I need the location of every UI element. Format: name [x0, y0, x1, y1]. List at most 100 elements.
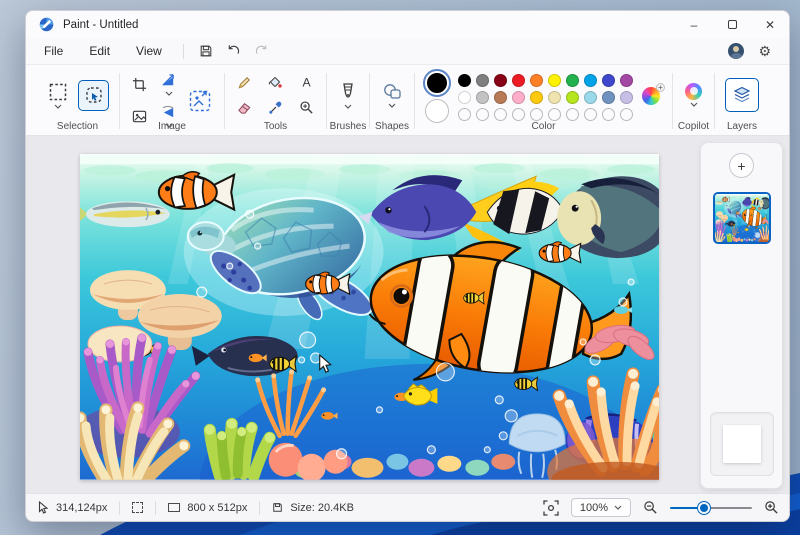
color-swatch[interactable]: [548, 91, 561, 104]
minimize-button[interactable]: –: [675, 11, 713, 38]
menu-file[interactable]: File: [32, 41, 75, 61]
close-button[interactable]: ✕: [751, 11, 789, 38]
custom-color-slot[interactable]: [566, 108, 579, 121]
color-swatch[interactable]: [458, 91, 471, 104]
flip-icon: [161, 105, 176, 120]
custom-color-slot[interactable]: [602, 108, 615, 121]
palette-row-custom: [458, 108, 633, 121]
custom-color-slot[interactable]: [584, 108, 597, 121]
background-layer-item[interactable]: [710, 412, 774, 476]
color-swatch[interactable]: [620, 91, 633, 104]
color-swatch[interactable]: [602, 91, 615, 104]
settings-gear-icon[interactable]: ⚙: [758, 44, 771, 58]
color-swatch[interactable]: [476, 91, 489, 104]
shapes-icon: [382, 83, 402, 101]
menu-edit[interactable]: Edit: [77, 41, 122, 61]
custom-color-slot[interactable]: [458, 108, 471, 121]
redo-icon: [254, 44, 269, 58]
title-bar: Paint - Untitled – ✕: [26, 11, 789, 38]
group-shapes: Shapes: [370, 67, 414, 135]
color-swatch[interactable]: [512, 74, 525, 87]
custom-color-slot[interactable]: [512, 108, 525, 121]
palette-row-2: [458, 91, 633, 104]
color-swatch[interactable]: [620, 74, 633, 87]
resize-button[interactable]: [159, 71, 178, 98]
color-swatch[interactable]: [458, 74, 471, 87]
zoom-slider-thumb[interactable]: [698, 502, 710, 514]
layers-panel: +: [700, 142, 783, 489]
magnifier-button[interactable]: [297, 98, 316, 117]
custom-color-slot[interactable]: [494, 108, 507, 121]
group-label: Tools: [225, 121, 326, 132]
image-options-button[interactable]: [186, 87, 214, 115]
shapes-button[interactable]: [380, 81, 404, 110]
group-copilot: Copilot: [673, 67, 714, 135]
group-tools: A Tools: [225, 67, 326, 135]
eraser-button[interactable]: [235, 98, 254, 117]
group-label: Copilot: [673, 121, 714, 132]
magnifier-icon: [299, 100, 314, 115]
fit-to-window-icon[interactable]: [543, 500, 559, 516]
custom-color-slot[interactable]: [548, 108, 561, 121]
free-select-button-active[interactable]: [78, 80, 109, 111]
cursor-position-text: 314,124px: [56, 502, 107, 514]
redo-button[interactable]: [249, 41, 275, 61]
group-label: Color: [415, 121, 672, 132]
color-swatch[interactable]: [494, 74, 507, 87]
rect-select-button[interactable]: [46, 80, 70, 111]
group-color: + Color: [415, 67, 672, 135]
zoom-in-icon[interactable]: [764, 500, 779, 515]
crop-button[interactable]: [130, 75, 149, 94]
color-swatch[interactable]: [494, 91, 507, 104]
add-color-icon: +: [656, 83, 665, 92]
eyedropper-button[interactable]: [266, 98, 285, 117]
crop-icon: [132, 77, 147, 92]
ribbon-toolbar: Selection: [26, 64, 789, 136]
color-swatch[interactable]: [530, 74, 543, 87]
fill-button[interactable]: [266, 73, 285, 92]
zoom-out-icon[interactable]: [643, 500, 658, 515]
pencil-button[interactable]: [235, 73, 254, 92]
account-avatar[interactable]: [728, 43, 744, 59]
color-swatch[interactable]: [548, 74, 561, 87]
color-swatch[interactable]: [566, 74, 579, 87]
undo-button[interactable]: [221, 41, 247, 61]
color-swatch[interactable]: [512, 91, 525, 104]
eraser-icon: [237, 100, 252, 115]
zoom-slider[interactable]: [670, 501, 752, 515]
file-size-icon: [272, 502, 283, 513]
copilot-icon: [685, 83, 702, 100]
custom-color-slot[interactable]: [476, 108, 489, 121]
drawing-canvas[interactable]: [80, 154, 659, 480]
copilot-button[interactable]: [683, 81, 704, 109]
layers-icon: [732, 85, 752, 105]
layers-button-active[interactable]: [725, 78, 759, 112]
custom-color-slot[interactable]: [620, 108, 633, 121]
color-swatch[interactable]: [530, 91, 543, 104]
menu-view[interactable]: View: [124, 41, 174, 61]
foreground-color-swatch[interactable]: [425, 71, 449, 95]
maximize-button[interactable]: [713, 11, 751, 38]
image-options-icon: [188, 89, 212, 113]
menu-bar: File Edit View ⚙: [26, 38, 789, 64]
color-swatch[interactable]: [476, 74, 489, 87]
layer-thumbnail-selected[interactable]: [713, 192, 771, 244]
paint-window: Paint - Untitled – ✕ File Edit View ⚙: [25, 10, 790, 522]
color-swatch[interactable]: [584, 91, 597, 104]
brushes-button[interactable]: [337, 80, 359, 111]
zoom-level-dropdown[interactable]: 100%: [571, 498, 631, 517]
selection-size-icon: [132, 502, 143, 513]
custom-color-slot[interactable]: [530, 108, 543, 121]
text-tool-button[interactable]: A: [297, 73, 316, 92]
add-layer-button[interactable]: +: [729, 153, 754, 178]
pencil-icon: [237, 75, 252, 90]
chevron-down-icon: [344, 104, 352, 109]
background-color-swatch[interactable]: [425, 99, 449, 123]
fill-bucket-icon: [268, 75, 283, 90]
edit-colors-button[interactable]: +: [642, 87, 662, 107]
color-swatch[interactable]: [602, 74, 615, 87]
color-swatch[interactable]: [566, 91, 579, 104]
chevron-down-icon: [388, 103, 396, 108]
save-button[interactable]: [193, 41, 219, 61]
color-swatch[interactable]: [584, 74, 597, 87]
